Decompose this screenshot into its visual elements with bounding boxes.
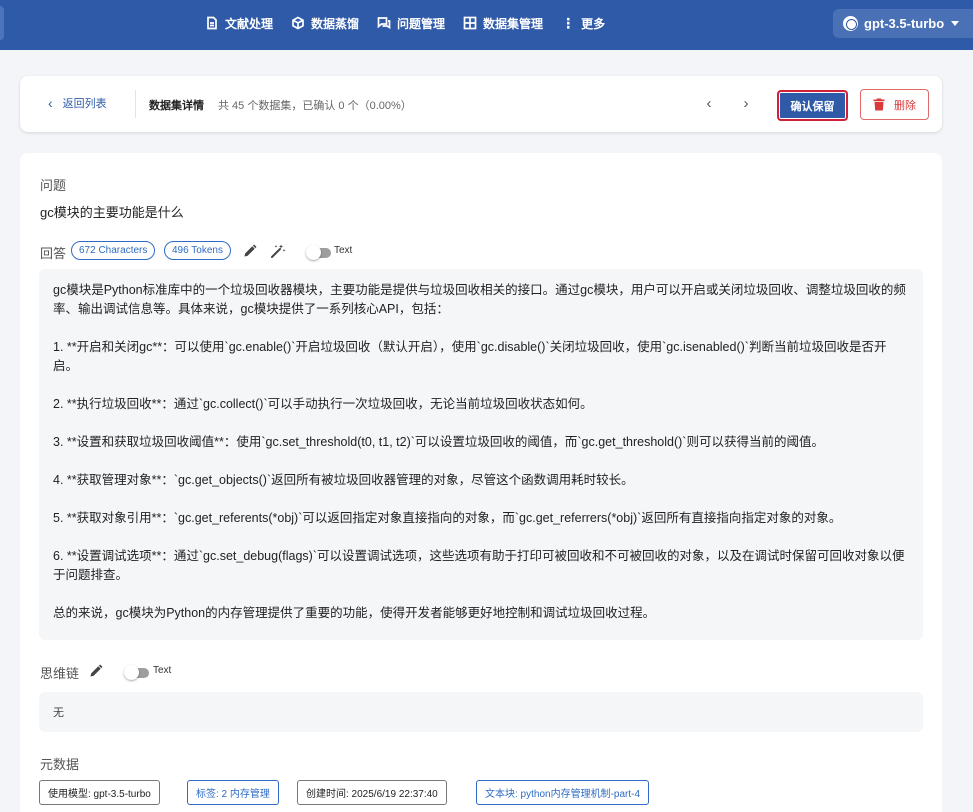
nav-left-edge	[0, 6, 4, 40]
question-label: 问题	[40, 178, 67, 193]
caret-down-icon	[951, 21, 960, 26]
delete-button[interactable]: 删除	[860, 89, 929, 120]
answer-paragraph: 5. **获取对象引用**：`gc.get_referents(*obj)`可以…	[53, 511, 842, 525]
top-nav-bar: 文献处理 数据蒸馏 问题管理 数据集管理 ⋮ 更多 gpt-3.5-turbo	[0, 0, 973, 50]
document-icon	[207, 16, 217, 30]
answer-format-toggle[interactable]	[306, 245, 331, 260]
trash-icon	[873, 98, 885, 111]
character-count-chip: 672 Characters	[71, 241, 156, 260]
next-button[interactable]: ›	[736, 94, 756, 114]
nav-menu: 文献处理 数据蒸馏 问题管理 数据集管理 ⋮ 更多	[196, 0, 614, 46]
created-time-chip: 创建时间: 2025/6/19 22:37:40	[297, 780, 447, 805]
answer-paragraph: 6. **设置调试选项**：通过`gc.set_debug(flags)`可以设…	[53, 549, 905, 582]
text-chunk-chip[interactable]: 文本块: python内存管理机制-part-4	[476, 780, 650, 805]
model-selector[interactable]: gpt-3.5-turbo	[833, 9, 973, 38]
question-text: gc模块的主要功能是什么	[40, 205, 184, 220]
tag-metadata-chip[interactable]: 标签: 2 内存管理	[187, 780, 279, 805]
nav-item-questions[interactable]: 问题管理	[368, 0, 454, 46]
page-title: 数据集详情	[149, 100, 204, 112]
pencil-icon	[90, 664, 103, 677]
more-vertical-icon: ⋮	[561, 15, 576, 31]
token-count-chip: 496 Tokens	[164, 241, 231, 260]
toggle-knob	[124, 665, 139, 680]
model-name: gpt-3.5-turbo	[864, 16, 945, 31]
openai-icon	[843, 16, 858, 31]
chevron-left-icon: ‹	[48, 95, 53, 111]
answer-toggle-label: Text	[334, 245, 353, 256]
nav-item-more[interactable]: ⋮ 更多	[552, 0, 614, 46]
cot-label: 思维链	[40, 666, 80, 681]
nav-item-distill[interactable]: 数据蒸馏	[282, 0, 368, 46]
answer-paragraph: 3. **设置和获取垃圾回收阈值**：使用`gc.set_threshold(t…	[53, 435, 824, 449]
chevron-left-icon: ‹	[706, 95, 712, 112]
cot-format-toggle[interactable]	[124, 665, 149, 680]
nav-item-documents[interactable]: 文献处理	[196, 0, 282, 46]
grid-icon	[463, 16, 477, 30]
previous-button[interactable]: ‹	[699, 94, 719, 114]
answer-label: 回答	[40, 246, 67, 261]
answer-text-box: gc模块是Python标准库中的一个垃圾回收器模块，主要功能是提供与垃圾回收相关…	[39, 269, 923, 640]
ai-optimize-button[interactable]	[270, 243, 286, 259]
answer-paragraph: gc模块是Python标准库中的一个垃圾回收器模块，主要功能是提供与垃圾回收相关…	[53, 283, 906, 316]
nav-item-label: 数据集管理	[483, 16, 544, 31]
nav-item-label: 文献处理	[225, 16, 274, 31]
chat-icon	[377, 17, 391, 30]
dataset-detail-card: 问题 gc模块的主要功能是什么 回答 672 Characters 496 To…	[20, 153, 942, 812]
magic-wand-icon	[271, 244, 286, 258]
back-label: 返回列表	[62, 98, 107, 110]
nav-item-datasets[interactable]: 数据集管理	[454, 0, 552, 46]
nav-item-label: 数据蒸馏	[311, 16, 360, 31]
back-to-list-button[interactable]: ‹ 返回列表	[48, 95, 107, 111]
dataset-progress-text: 共 45 个数据集，已确认 0 个（0.00%）	[218, 100, 412, 112]
dataset-header-card: ‹ 返回列表 数据集详情 共 45 个数据集，已确认 0 个（0.00%） ‹ …	[20, 76, 942, 132]
divider	[135, 90, 136, 118]
metadata-label: 元数据	[40, 757, 80, 772]
chevron-right-icon: ›	[743, 95, 749, 112]
pencil-icon	[244, 244, 257, 257]
delete-label: 删除	[894, 99, 916, 112]
confirm-keep-button[interactable]: 确认保留	[777, 90, 848, 121]
answer-paragraph: 1. **开启和关闭gc**：可以使用`gc.enable()`开启垃圾回收（默…	[53, 340, 887, 373]
cot-text-box: 无	[39, 692, 923, 732]
model-metadata-chip: 使用模型: gpt-3.5-turbo	[39, 780, 160, 805]
answer-paragraph: 2. **执行垃圾回收**：通过`gc.collect()`可以手动执行一次垃圾…	[53, 397, 593, 411]
answer-paragraph: 总的来说，gc模块为Python的内存管理提供了重要的功能，使得开发者能够更好地…	[53, 606, 656, 620]
cot-toggle-label: Text	[153, 665, 172, 676]
toggle-knob	[306, 245, 321, 260]
edit-cot-button[interactable]	[88, 663, 104, 679]
edit-answer-button[interactable]	[242, 243, 258, 259]
nav-item-label: 更多	[581, 16, 606, 31]
cube-icon	[292, 16, 304, 30]
answer-paragraph: 4. **获取管理对象**：`gc.get_objects()`返回所有被垃圾回…	[53, 473, 634, 487]
nav-item-label: 问题管理	[397, 16, 446, 31]
cot-text: 无	[53, 707, 64, 719]
